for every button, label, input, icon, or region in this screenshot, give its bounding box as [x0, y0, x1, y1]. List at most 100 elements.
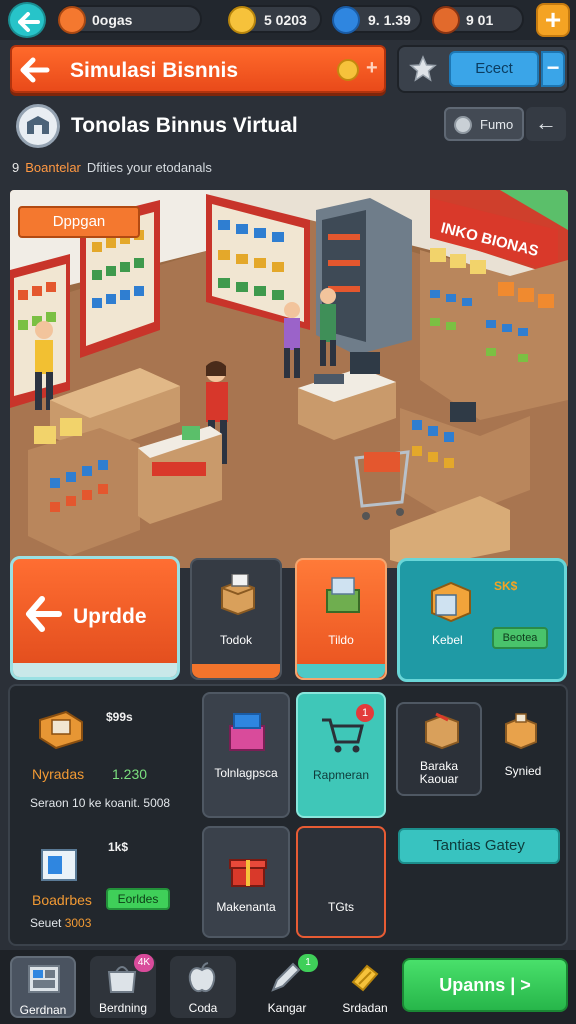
nav-item-gerdnan[interactable]: Gerdnan [10, 956, 76, 1018]
stock-label: Kebel [432, 633, 463, 647]
orange-coin-icon [58, 6, 86, 34]
gold-coin-icon [228, 6, 256, 34]
location-pin-icon: 9 [12, 160, 20, 175]
tab-underline [192, 664, 280, 678]
edit-button[interactable]: Ecect [449, 51, 539, 87]
grid-card-label: Synied [504, 764, 542, 778]
tantias-gatey-button[interactable]: Tantias Gatey [398, 828, 560, 864]
back-arrow-icon [26, 596, 62, 632]
nav-label: Berdning [98, 1001, 148, 1015]
item-name: Boadrbes [32, 892, 92, 908]
filter-label: Fumo [480, 117, 514, 132]
upgrade-label: Uprdde [73, 605, 147, 628]
store-subtitle: 9 Boantelar Dfities your etodanals [12, 160, 212, 175]
upgrade-card[interactable]: Uprdde [10, 556, 180, 680]
tab-tildo[interactable]: Tildo [295, 558, 387, 680]
star-icon[interactable] [409, 55, 437, 83]
grid-card-label: Baraka Kaouar [419, 759, 459, 786]
item-price: 1k$ [108, 840, 129, 854]
nav-label: Gerdnan [19, 1003, 67, 1017]
plus-icon: + [544, 4, 562, 35]
item-price: $99s [106, 710, 133, 724]
item-description-prefix: Seuet [30, 916, 65, 930]
resource-player[interactable]: 9 01 [432, 5, 524, 34]
resource-gold-value: 5 0203 [264, 12, 307, 28]
grid-card-baraka[interactable]: Baraka Kaouar [396, 702, 482, 796]
box-icon [221, 574, 255, 616]
grid-card-rapmeran[interactable]: 1 Rapmeran [296, 692, 386, 818]
tab-todok[interactable]: Todok [190, 558, 282, 680]
nav-badge: 4K [134, 954, 154, 972]
grid-card-label: Rapmeran [312, 768, 370, 782]
stock-card[interactable]: SK$ Kebel Beotea [397, 558, 567, 682]
nav-item-coda[interactable]: Coda [170, 956, 236, 1018]
item-value: 1.230 [112, 766, 148, 782]
box-tag-icon [505, 713, 537, 750]
grid-card-label: Makenanta [216, 900, 276, 914]
smiley-icon [337, 59, 359, 81]
subtitle-highlight: Boantelar [25, 160, 81, 175]
red-gift-icon [229, 859, 267, 887]
nav-label: Kangar [267, 1001, 307, 1015]
filter-button[interactable]: Fumo [444, 107, 524, 141]
back-button-small[interactable]: ← [526, 107, 566, 141]
resource-gem[interactable]: 9. 1.39 [332, 5, 422, 34]
list-item[interactable]: 1k$ Boadrbes Eorldes Seuet 3003 [14, 830, 198, 938]
grid-card-tolnlagpsca[interactable]: Tolnlagpsca [202, 692, 290, 818]
tab-underline [297, 664, 385, 678]
buy-button[interactable]: Beotea [492, 627, 548, 649]
item-description: Seuet 3003 [30, 916, 91, 930]
status-bar: 0ogas 5 0203 9. 1.39 9 01 + [0, 0, 576, 40]
minus-button[interactable]: − [541, 51, 565, 87]
favorite-box: Ecect − [397, 45, 569, 93]
nav-item-kangar[interactable]: 1 Kangar [254, 954, 320, 1018]
tab-label: Tildo [328, 633, 354, 647]
grid-card-label: TGts [328, 900, 354, 914]
item-badge[interactable]: Eorldes [106, 888, 170, 910]
add-currency-button[interactable]: + [536, 3, 570, 37]
gift-box-icon [229, 713, 265, 751]
produce-crate-icon [326, 577, 360, 613]
blue-gem-icon [332, 6, 360, 34]
back-arrow-icon[interactable] [20, 57, 50, 83]
grid-card-tgts[interactable]: TGts [296, 826, 386, 938]
store-scene[interactable]: INKO BIONAS Dppgan [10, 190, 568, 568]
nav-badge: 1 [298, 954, 318, 972]
sparkle-icon: + [366, 57, 378, 79]
dashboard-icon [28, 965, 60, 993]
resource-gem-value: 9. 1.39 [368, 12, 411, 28]
title-banner: Simulasi Bisnnis + [10, 45, 386, 93]
grid-card-makenanta[interactable]: Makenanta [202, 826, 290, 938]
upgrade-card-footer [13, 663, 177, 677]
apple-icon [188, 962, 216, 993]
resource-player-value: 9 01 [466, 12, 494, 28]
cart-badge: 1 [356, 704, 374, 722]
list-item[interactable]: $99s Nyradas 1.230 Seraon 10 ke koanit. … [14, 690, 198, 816]
item-name: Nyradas [32, 766, 85, 782]
open-tag[interactable]: Dppgan [18, 206, 140, 238]
store-illustration: INKO BIONAS [10, 190, 568, 568]
store-logo [16, 104, 60, 148]
nav-label: Coda [188, 1001, 218, 1015]
gift-box-icon [41, 849, 77, 881]
page-title: Simulasi Bisnnis [70, 59, 239, 82]
resource-gold[interactable]: 5 0203 [228, 5, 322, 34]
product-box-icon [431, 581, 471, 623]
register-icon [39, 710, 83, 750]
tab-label: Todok [219, 633, 253, 647]
item-description: Seraon 10 ke koanit. 5008 [30, 796, 171, 810]
grid-card-label: Tolnlagpsca [214, 766, 278, 780]
nav-label: Srdadan [342, 1001, 388, 1015]
nav-item-srdadan[interactable]: Srdadan [332, 956, 398, 1018]
back-arrow-icon [18, 12, 40, 32]
primary-action-button[interactable]: Upanns | > [402, 958, 568, 1012]
package-icon [425, 712, 459, 750]
coin-icon [454, 116, 472, 134]
item-description-value: 3003 [64, 916, 92, 930]
resource-orange[interactable]: 0ogas [58, 5, 202, 34]
store-icon [27, 116, 49, 134]
grid-card-synied[interactable]: Synied [484, 702, 562, 796]
subtitle-text: Dfities your etodanals [86, 160, 212, 175]
back-button[interactable] [8, 2, 46, 38]
nav-item-berdning[interactable]: 4K Berdning [90, 954, 156, 1018]
